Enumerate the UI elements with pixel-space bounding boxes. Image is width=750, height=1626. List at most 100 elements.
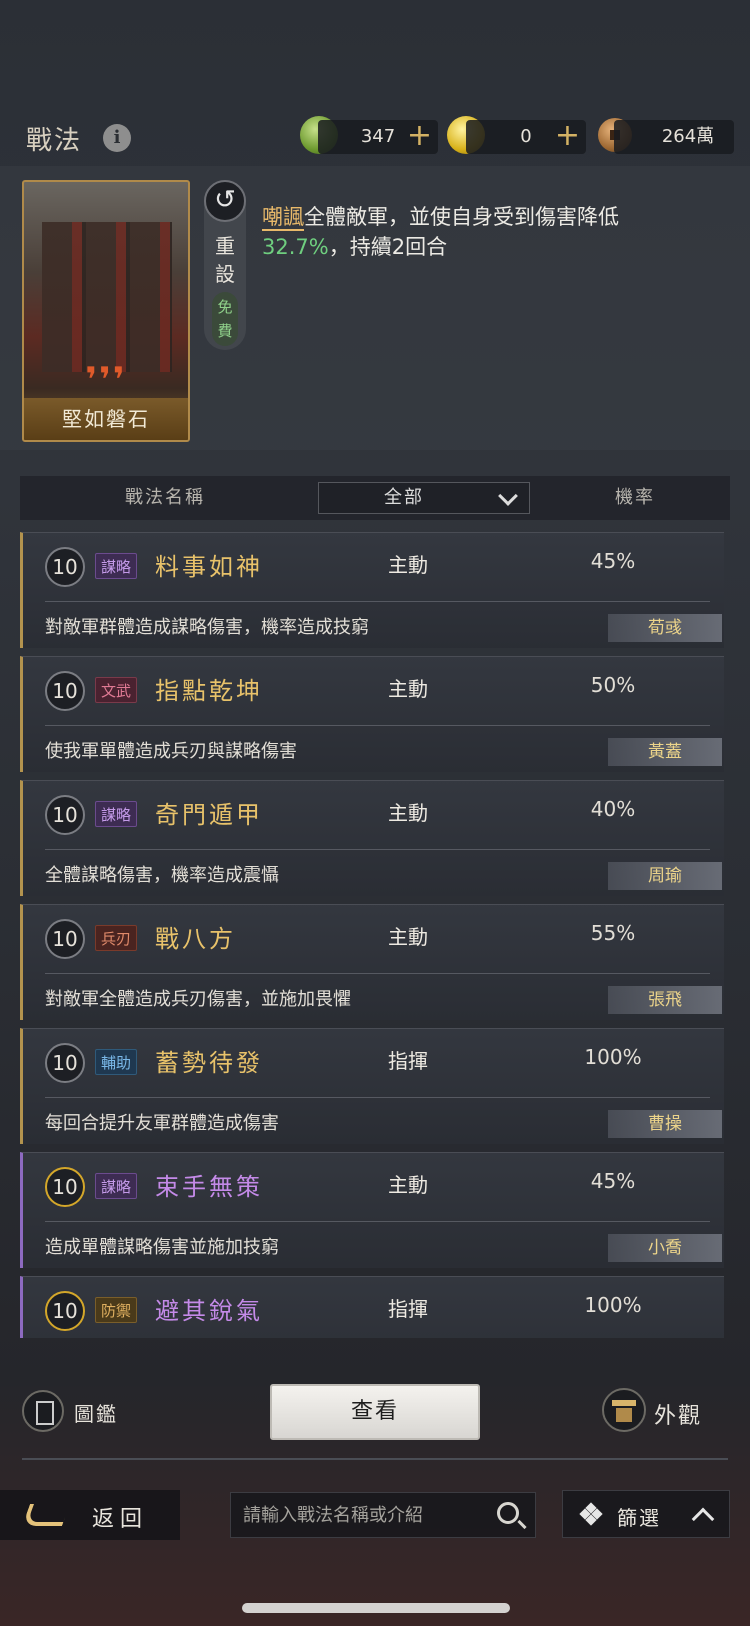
row-divider — [45, 601, 710, 602]
tactic-type-tag: 兵刃 — [95, 925, 138, 951]
row-divider — [45, 1097, 710, 1098]
general-name-button[interactable]: 曹操 — [608, 1110, 722, 1138]
tactic-card-art — [42, 222, 172, 372]
tactic-kind: 主動 — [388, 1173, 428, 1197]
search-icon[interactable] — [497, 1502, 519, 1524]
copper-value: 264萬 — [661, 126, 715, 147]
general-name-button[interactable]: 小喬 — [608, 1234, 722, 1262]
general-name-button[interactable]: 周瑜 — [608, 862, 722, 890]
add-jade-button[interactable]: + — [407, 120, 432, 152]
back-arrow-icon — [21, 1504, 71, 1526]
filter-label: 篩選 — [617, 1506, 661, 1530]
tactic-type-tag: 謀略 — [95, 801, 138, 827]
search-input[interactable] — [243, 1493, 483, 1537]
tactic-kind: 主動 — [388, 677, 428, 701]
view-button[interactable]: 查看 — [270, 1384, 480, 1440]
tactic-type-tag: 謀略 — [95, 1173, 138, 1199]
pavilion-icon — [602, 1388, 646, 1432]
tactic-description: 嘲諷全體敵軍，並使自身受到傷害降低32.7%，持續2回合 — [262, 205, 619, 259]
tactic-summary: 全體謀略傷害，機率造成震懾 — [45, 865, 279, 886]
row-divider — [45, 849, 710, 850]
tactic-row[interactable]: 10 謀略 奇門遁甲 主動 40% 全體謀略傷害，機率造成震懾 周瑜 — [20, 780, 724, 896]
filter-icon — [579, 1502, 603, 1526]
tactic-rate: 55% — [590, 921, 636, 945]
gold-value: 0 — [520, 126, 532, 147]
tactic-type-tag: 防禦 — [95, 1297, 138, 1323]
filter-button[interactable]: 篩選 — [562, 1490, 730, 1538]
tactic-row[interactable]: 10 謀略 料事如神 主動 45% 對敵軍群體造成謀略傷害，機率造成技窮 荀彧 — [20, 532, 724, 648]
tactic-name: 束手無策 — [155, 1173, 263, 1201]
tactic-name: 奇門遁甲 — [155, 801, 263, 829]
search-box[interactable] — [230, 1492, 536, 1538]
tactic-kind: 主動 — [388, 801, 428, 825]
reset-control[interactable]: ↺ 重設 免費 — [204, 180, 246, 350]
level-badge: 10 — [45, 1291, 85, 1331]
jade-resource: 347 + — [318, 120, 438, 154]
page-title: 戰法 — [26, 126, 83, 156]
type-filter-value: 全部 — [384, 487, 424, 508]
tactic-rate: 45% — [590, 549, 636, 573]
tactic-summary: 造成單體謀略傷害並施加技窮 — [45, 1237, 279, 1258]
tactic-summary: 對敵軍群體造成謀略傷害，機率造成技窮 — [45, 617, 369, 638]
appearance-label: 外觀 — [654, 1404, 703, 1429]
tactic-row[interactable]: 10 防禦 避其銳氣 指揮 100% — [20, 1276, 724, 1338]
tactic-card[interactable]: ❜❜❜ 堅如磐石 — [22, 180, 190, 442]
type-filter-dropdown[interactable]: 全部 — [318, 482, 530, 514]
level-badge: 10 — [45, 795, 85, 835]
tactic-rate: 100% — [584, 1293, 642, 1317]
tactic-row[interactable]: 10 輔助 蓄勢待發 指揮 100% 每回合提升友軍群體造成傷害 曹操 — [20, 1028, 724, 1144]
info-icon[interactable]: i — [103, 124, 131, 152]
chevron-down-icon — [498, 486, 518, 506]
tactic-kind: 主動 — [388, 553, 428, 577]
gold-resource: 0 + — [466, 120, 586, 154]
tactic-kind: 指揮 — [388, 1049, 428, 1073]
tactic-row[interactable]: 10 兵刃 戰八方 主動 55% 對敵軍全體造成兵刃傷害，並施加畏懼 張飛 — [20, 904, 724, 1020]
column-rate-header: 機率 — [615, 487, 655, 508]
selected-tactic-panel: ❜❜❜ 堅如磐石 ↺ 重設 免費 嘲諷全體敵軍，並使自身受到傷害降低32.7%，… — [0, 166, 750, 450]
tactic-rate: 40% — [590, 797, 636, 821]
add-gold-button[interactable]: + — [555, 120, 580, 152]
general-name-button[interactable]: 張飛 — [608, 986, 722, 1014]
tactic-row[interactable]: 10 文武 指點乾坤 主動 50% 使我軍單體造成兵刃與謀略傷害 黃蓋 — [20, 656, 724, 772]
reset-icon[interactable]: ↺ — [204, 180, 246, 222]
tactic-row[interactable]: 10 謀略 束手無策 主動 45% 造成單體謀略傷害並施加技窮 小喬 — [20, 1152, 724, 1268]
tactic-name: 指點乾坤 — [155, 677, 263, 705]
level-badge: 10 — [45, 1167, 85, 1207]
jade-value: 347 — [360, 126, 396, 147]
tactic-kind: 指揮 — [388, 1297, 428, 1321]
level-badge: 10 — [45, 919, 85, 959]
tactic-rate: 45% — [590, 1169, 636, 1193]
keyword-taunt[interactable]: 嘲諷 — [262, 205, 304, 231]
level-badge: 10 — [45, 671, 85, 711]
reset-label: 重設 — [215, 234, 235, 286]
tactic-name: 戰八方 — [155, 925, 236, 953]
tactic-type-tag: 文武 — [95, 677, 138, 703]
copper-resource: 264萬 — [614, 120, 734, 154]
tactic-summary: 對敵軍全體造成兵刃傷害，並施加畏懼 — [45, 989, 351, 1010]
level-badge: 10 — [45, 547, 85, 587]
tactic-type-tag: 輔助 — [95, 1049, 138, 1075]
back-label: 返回 — [92, 1507, 149, 1532]
tactics-list[interactable]: 10 謀略 料事如神 主動 45% 對敵軍群體造成謀略傷害，機率造成技窮 荀彧 10 文武 指點乾… — [20, 532, 730, 1338]
atlas-icon — [22, 1390, 64, 1432]
row-divider — [45, 725, 710, 726]
tactic-rate: 100% — [584, 1045, 642, 1069]
home-indicator[interactable] — [242, 1603, 510, 1613]
general-name-button[interactable]: 黃蓋 — [608, 738, 722, 766]
atlas-label: 圖鑑 — [74, 1402, 118, 1426]
tactic-summary: 使我軍單體造成兵刃與謀略傷害 — [45, 741, 297, 762]
general-name-button[interactable]: 荀彧 — [608, 614, 722, 642]
tactic-card-name: 堅如磐石 — [24, 398, 188, 440]
tactic-name: 料事如神 — [155, 553, 263, 581]
tactic-name: 避其銳氣 — [155, 1297, 263, 1325]
list-header: 戰法名稱 全部 機率 — [20, 476, 730, 520]
tactic-type-tag: 謀略 — [95, 553, 138, 579]
row-divider — [45, 973, 710, 974]
row-divider — [45, 1221, 710, 1222]
divider — [22, 1458, 728, 1460]
free-badge: 免費 — [212, 292, 238, 346]
tactic-name: 蓄勢待發 — [155, 1049, 263, 1077]
chevron-up-icon[interactable] — [691, 1507, 715, 1531]
back-button[interactable]: 返回 — [0, 1490, 180, 1540]
tactic-kind: 主動 — [388, 925, 428, 949]
